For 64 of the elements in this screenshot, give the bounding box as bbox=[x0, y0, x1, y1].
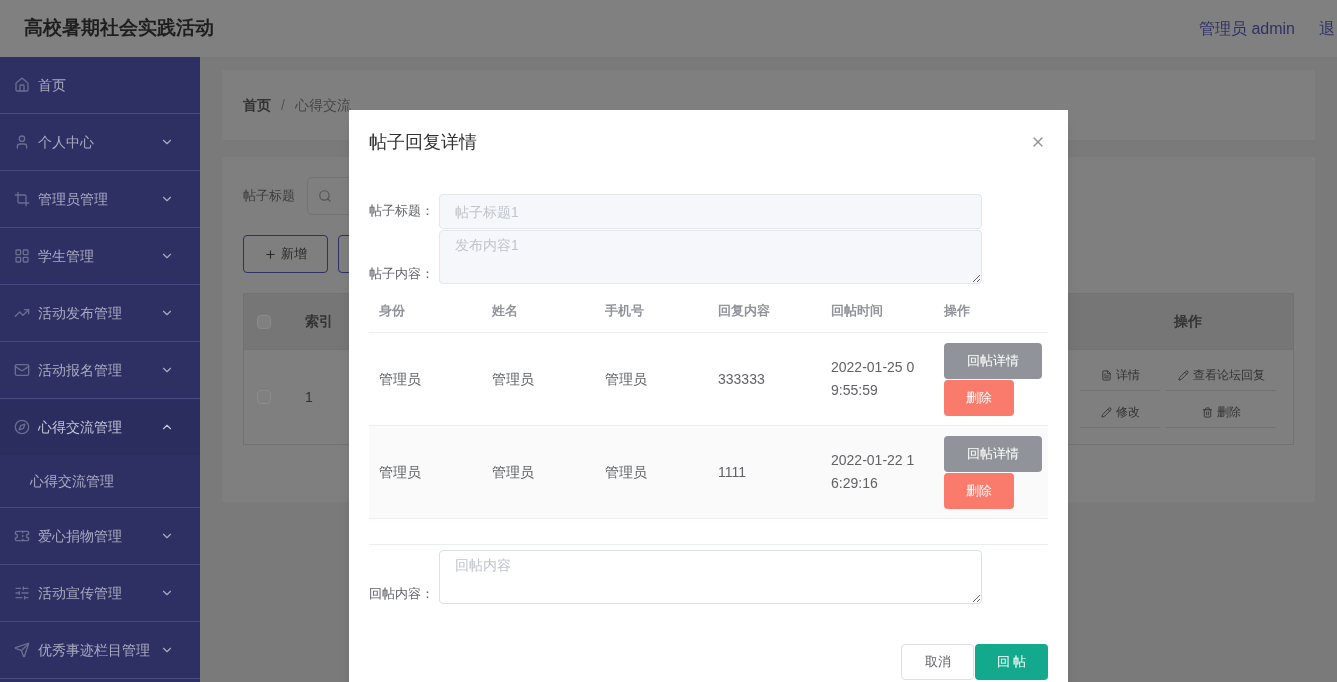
dialog-title: 帖子回复详情 bbox=[369, 130, 477, 154]
grid-icon bbox=[14, 248, 30, 264]
reply-detail-button[interactable]: 回帖详情 bbox=[944, 342, 1042, 379]
ticket-icon bbox=[14, 528, 30, 544]
mail-icon bbox=[14, 362, 30, 378]
table-cell-text: 1111 bbox=[718, 462, 748, 482]
row-action-link[interactable]: 详情 bbox=[1080, 366, 1160, 391]
submit-button[interactable]: 回 帖 bbox=[975, 644, 1048, 680]
pencil-icon bbox=[1177, 369, 1189, 381]
search-icon bbox=[318, 189, 332, 203]
row-action-link[interactable]: 删除 bbox=[1166, 403, 1276, 428]
app-title: 高校暑期社会实践活动 bbox=[24, 16, 214, 41]
sidebar-item[interactable]: 爱心捐物管理 bbox=[0, 508, 200, 564]
sidebar-item[interactable]: 活动宣传管理 bbox=[0, 565, 200, 621]
document-icon bbox=[1100, 369, 1112, 381]
sliders-icon bbox=[14, 585, 30, 601]
table-cell-text: 管理员 bbox=[492, 369, 535, 389]
logout-link[interactable]: 退 bbox=[1319, 16, 1335, 41]
column-header: 姓名 bbox=[491, 302, 519, 321]
table-cell-text: 2022-01-25 09:55:59 bbox=[831, 358, 916, 400]
table-cell-text: 管理员 bbox=[379, 369, 422, 389]
breadcrumb-item[interactable]: 首页 bbox=[243, 94, 271, 116]
table-cell-text: 管理员 bbox=[379, 462, 422, 482]
table-cell-text: 管理员 bbox=[605, 369, 648, 389]
user-icon bbox=[14, 134, 30, 150]
table-cell-text: 333333 bbox=[718, 369, 766, 389]
cancel-button[interactable]: 取消 bbox=[901, 644, 974, 680]
table-cell-text: 2022-01-22 16:29:16 bbox=[831, 451, 916, 493]
crop-icon bbox=[14, 191, 30, 207]
reply-detail-button[interactable]: 回帖详情 bbox=[944, 435, 1042, 472]
column-header: 操作 bbox=[1173, 312, 1203, 331]
compass-icon bbox=[14, 419, 30, 435]
table-cell-text: 管理员 bbox=[492, 462, 535, 482]
user-name: 管理员 admin bbox=[1198, 18, 1295, 39]
add-button[interactable]: 新增 bbox=[243, 235, 328, 273]
field-label: 帖子标题： bbox=[369, 202, 435, 221]
pencil-icon bbox=[1100, 406, 1112, 418]
column-header: 索引 bbox=[304, 312, 334, 331]
sidebar-item[interactable]: 管理员管理 bbox=[0, 171, 200, 227]
row-action-link[interactable]: 查看论坛回复 bbox=[1166, 366, 1276, 391]
sidebar-item[interactable]: 活动发布管理 bbox=[0, 285, 200, 341]
filter-label: 帖子标题 bbox=[243, 187, 295, 206]
sidebar-subitem[interactable]: 心得交流管理 bbox=[0, 455, 200, 507]
column-header: 身份 bbox=[378, 302, 406, 321]
sidebar-item[interactable]: 活动报名管理 bbox=[0, 342, 200, 398]
trash-icon bbox=[1201, 406, 1213, 418]
send-icon bbox=[14, 642, 30, 658]
sidebar-item[interactable]: 个人中心 bbox=[0, 114, 200, 170]
field-label: 回帖内容： bbox=[369, 584, 435, 603]
column-header: 操作 bbox=[943, 302, 971, 321]
home-icon bbox=[14, 77, 30, 93]
sidebar-item[interactable]: 优秀事迹栏目管理 bbox=[0, 622, 200, 678]
breadcrumb-separator: / bbox=[281, 95, 285, 115]
table-cell-text: 管理员 bbox=[605, 462, 648, 482]
column-header: 回帖时间 bbox=[830, 302, 884, 321]
sidebar-item[interactable]: 心得交流管理 bbox=[0, 399, 200, 455]
plus-icon bbox=[264, 247, 277, 261]
sidebar-item[interactable]: 首页 bbox=[0, 57, 200, 113]
column-header: 回复内容 bbox=[717, 302, 771, 321]
row-action-link[interactable]: 修改 bbox=[1080, 403, 1160, 428]
field-label: 帖子内容： bbox=[369, 264, 435, 283]
table-cell-text: 1 bbox=[304, 387, 314, 407]
column-header: 手机号 bbox=[604, 302, 645, 321]
sidebar-item[interactable]: 学生管理 bbox=[0, 228, 200, 284]
